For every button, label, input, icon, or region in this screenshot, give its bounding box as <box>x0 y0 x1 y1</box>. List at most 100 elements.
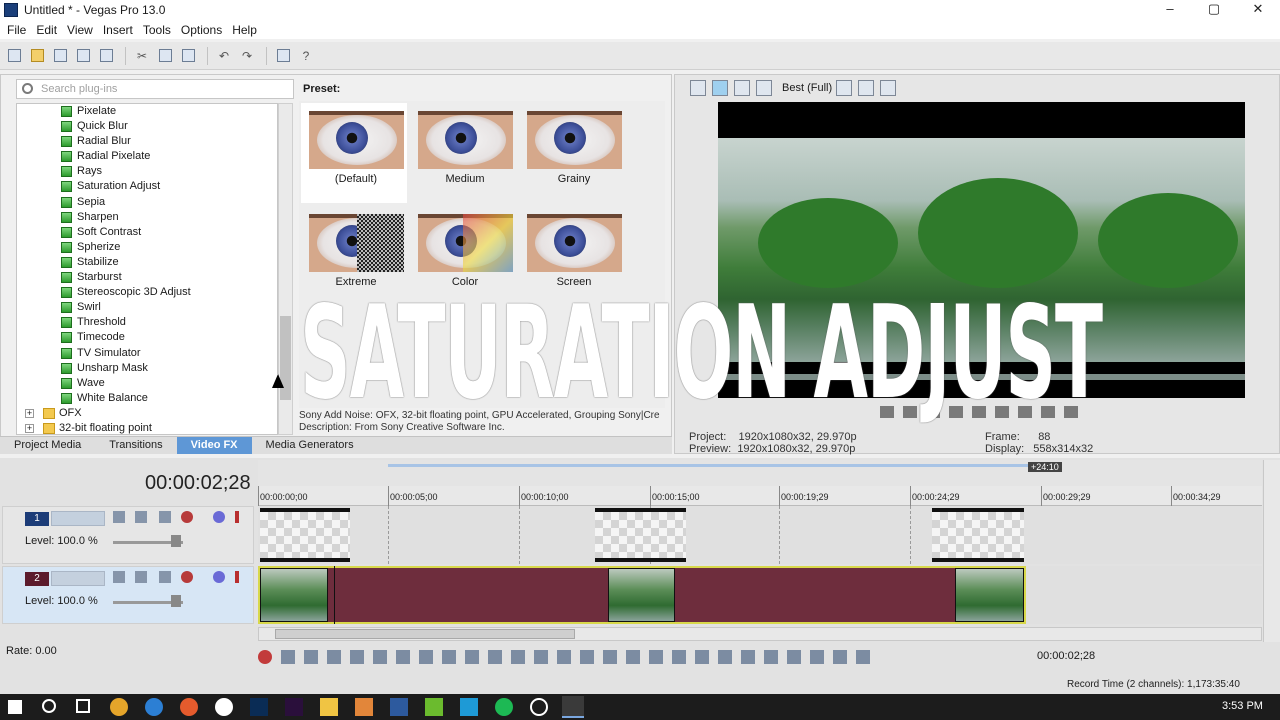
photoshop-icon[interactable] <box>250 698 268 716</box>
loop-region[interactable] <box>388 464 1028 467</box>
spotify-icon[interactable] <box>495 698 513 716</box>
tree-item[interactable]: Radial Blur <box>17 134 277 149</box>
tree-item[interactable]: Swirl <box>17 300 277 315</box>
go-to-end-icon[interactable] <box>419 650 433 664</box>
level-slider-knob[interactable] <box>171 595 181 607</box>
open-icon[interactable] <box>27 46 47 66</box>
delete-icon[interactable] <box>580 650 594 664</box>
close-button[interactable]: ✕ <box>1236 0 1280 20</box>
save-as-icon[interactable] <box>73 46 93 66</box>
menu-edit[interactable]: Edit <box>31 23 62 37</box>
timeline-scrollbar[interactable] <box>258 627 1262 641</box>
tree-folder-32bit[interactable]: +32-bit floating point <box>17 421 277 434</box>
menu-insert[interactable]: Insert <box>98 23 138 37</box>
gear-icon[interactable] <box>181 511 193 523</box>
track-name-input[interactable] <box>51 571 105 586</box>
normal-edit-tool-icon[interactable] <box>488 650 502 664</box>
tree-item[interactable]: Rays <box>17 164 277 179</box>
tree-item[interactable]: Starburst <box>17 270 277 285</box>
video-clip[interactable] <box>260 568 328 622</box>
tree-item[interactable]: Sepia <box>17 195 277 210</box>
overlays-icon[interactable] <box>836 80 853 96</box>
premiere-icon[interactable] <box>285 698 303 716</box>
mute-icon[interactable] <box>213 571 225 583</box>
prev-frame-icon[interactable] <box>442 650 456 664</box>
tree-item[interactable]: Radial Pixelate <box>17 149 277 164</box>
play-from-start-icon[interactable] <box>304 650 318 664</box>
tab-project-media[interactable]: Project Media <box>0 437 95 454</box>
snapping-icon[interactable] <box>764 650 778 664</box>
track-motion-icon[interactable] <box>113 571 125 583</box>
vegas-taskbar-icon[interactable] <box>562 696 584 718</box>
media-generator-clip[interactable] <box>260 508 350 562</box>
redo-icon[interactable]: ↷ <box>237 46 257 66</box>
track-header-1[interactable]: 1 Level: 100.0 % <box>2 506 254 564</box>
marker-bar[interactable]: +24:10 <box>258 460 1262 486</box>
tree-item[interactable]: Spherize <box>17 240 277 255</box>
mute-icon[interactable] <box>213 511 225 523</box>
tree-item[interactable]: TV Simulator <box>17 346 277 361</box>
save-icon[interactable] <box>50 46 70 66</box>
go-to-start-icon[interactable] <box>396 650 410 664</box>
playhead-cursor[interactable] <box>334 566 335 624</box>
lock-icon[interactable] <box>695 650 709 664</box>
timeline-vertical-scrollbar[interactable] <box>1263 460 1280 642</box>
file-explorer-icon[interactable] <box>320 698 338 716</box>
expand-icon[interactable]: + <box>25 423 34 433</box>
track-motion-icon[interactable] <box>113 511 125 523</box>
split-screen-icon[interactable] <box>756 80 772 96</box>
marker-icon[interactable] <box>718 650 732 664</box>
preset-grainy[interactable]: Grainy <box>519 103 625 203</box>
skype-icon[interactable] <box>460 698 478 716</box>
browser-icon[interactable] <box>145 698 163 716</box>
new-icon[interactable] <box>4 46 24 66</box>
tab-media-generators[interactable]: Media Generators <box>252 437 368 454</box>
envelope-tool-icon[interactable] <box>511 650 525 664</box>
menu-file[interactable]: File <box>2 23 31 37</box>
next-frame-icon[interactable] <box>465 650 479 664</box>
cut-icon[interactable]: ✂ <box>132 46 152 66</box>
copy-snapshot-icon[interactable] <box>858 80 875 96</box>
search-input[interactable]: Search plug-ins <box>16 79 294 99</box>
region-icon[interactable] <box>741 650 755 664</box>
task-view-icon[interactable] <box>76 699 90 713</box>
video-clip[interactable] <box>608 568 675 622</box>
maximize-button[interactable]: ▢ <box>1192 0 1236 20</box>
trim-end-icon[interactable] <box>649 650 663 664</box>
media-generator-clip[interactable] <box>595 508 686 562</box>
solo-icon[interactable] <box>235 571 239 583</box>
auto-ripple-icon[interactable] <box>810 650 824 664</box>
selection-tool-icon[interactable] <box>534 650 548 664</box>
tree-item[interactable]: White Balance <box>17 391 277 406</box>
pause-icon[interactable] <box>350 650 364 664</box>
solo-icon[interactable] <box>235 511 239 523</box>
compositing-mode-icon[interactable] <box>159 571 171 583</box>
media-generator-clip[interactable] <box>932 508 1024 562</box>
play-icon[interactable] <box>327 650 341 664</box>
tree-item[interactable]: Unsharp Mask <box>17 361 277 376</box>
tree-item[interactable]: Sharpen <box>17 210 277 225</box>
vlc-icon[interactable] <box>355 698 373 716</box>
tree-item[interactable]: Threshold <box>17 315 277 330</box>
app-icon[interactable] <box>215 698 233 716</box>
render-icon[interactable] <box>96 46 116 66</box>
preset-default[interactable]: (Default) <box>301 103 407 203</box>
help-pointer-icon[interactable]: ? <box>296 46 316 66</box>
menu-help[interactable]: Help <box>227 23 262 37</box>
preset-medium[interactable]: Medium <box>410 103 516 203</box>
tab-transitions[interactable]: Transitions <box>95 437 176 454</box>
track-fx-icon[interactable] <box>135 511 147 523</box>
app-icon[interactable] <box>425 698 443 716</box>
stop-icon[interactable] <box>373 650 387 664</box>
properties-icon[interactable] <box>273 46 293 66</box>
auto-crossfade-icon[interactable] <box>787 650 801 664</box>
windows-start-icon[interactable] <box>8 700 22 714</box>
paste-icon[interactable] <box>178 46 198 66</box>
lock-envelopes-icon[interactable] <box>833 650 847 664</box>
fx-icon[interactable] <box>734 80 750 96</box>
menu-options[interactable]: Options <box>176 23 227 37</box>
tree-item[interactable]: Stereoscopic 3D Adjust <box>17 285 277 300</box>
track-name-input[interactable] <box>51 511 105 526</box>
tree-item[interactable]: Wave <box>17 376 277 391</box>
word-icon[interactable] <box>390 698 408 716</box>
